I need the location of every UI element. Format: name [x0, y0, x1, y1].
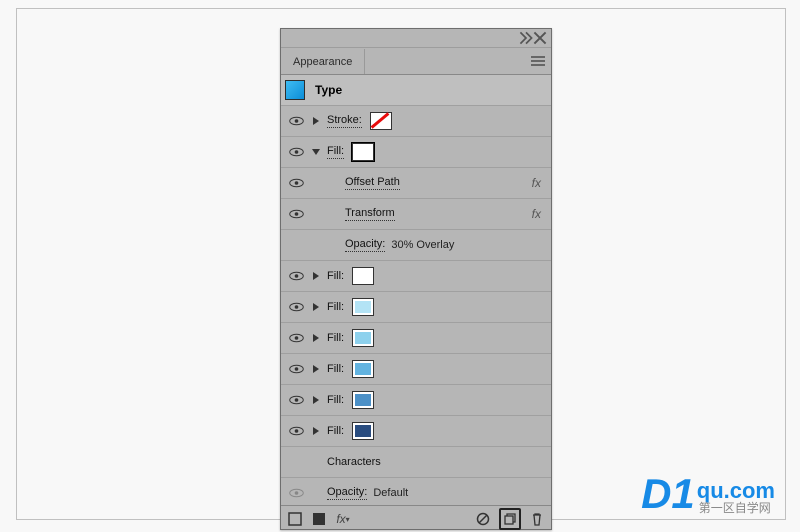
watermark-sub: 第一区自学网 [699, 501, 771, 515]
visibility-toggle[interactable] [285, 271, 307, 281]
appearance-rows: Type Stroke: Fill: Offset Path [281, 75, 551, 505]
fill-swatch[interactable] [352, 298, 374, 316]
row-label: Opacity: [327, 486, 367, 500]
clear-appearance-icon[interactable] [475, 511, 491, 527]
delete-item-icon[interactable] [529, 511, 545, 527]
duplicate-item-icon[interactable] [499, 508, 521, 530]
offset-path-row[interactable]: Offset Path fx [281, 168, 551, 199]
opacity-default-row[interactable]: Opacity: Default [281, 478, 551, 505]
visibility-toggle[interactable] [285, 116, 307, 126]
disclosure-arrow[interactable] [307, 303, 325, 311]
fill-row[interactable]: Fill: [281, 416, 551, 447]
row-label: Transform [345, 207, 395, 221]
row-label: Fill: [327, 425, 344, 437]
row-label: Opacity: [345, 238, 385, 252]
new-stroke-icon[interactable] [287, 511, 303, 527]
fill-row-expanded[interactable]: Fill: [281, 137, 551, 168]
row-label: Characters [327, 456, 381, 468]
fx-icon: fx [532, 176, 541, 190]
fill-swatch[interactable] [352, 267, 374, 285]
disclosure-arrow[interactable] [307, 427, 325, 435]
row-label: Fill: [327, 394, 344, 406]
opacity-row[interactable]: Opacity: 30% Overlay [281, 230, 551, 261]
row-label: Offset Path [345, 176, 400, 190]
add-effect-icon[interactable]: fx▾ [335, 511, 351, 527]
panel-titlebar [281, 29, 551, 48]
appearance-panel: Appearance Type Stroke: Fill: [280, 28, 552, 530]
row-label: Fill: [327, 145, 344, 159]
fill-row[interactable]: Fill: [281, 292, 551, 323]
disclosure-arrow[interactable] [307, 396, 325, 404]
fill-row[interactable]: Fill: [281, 261, 551, 292]
fx-icon: fx [532, 207, 541, 221]
visibility-toggle[interactable] [285, 209, 307, 219]
visibility-toggle[interactable] [285, 426, 307, 436]
app-frame: Appearance Type Stroke: Fill: [16, 8, 786, 520]
row-label: Fill: [327, 301, 344, 313]
object-thumb [285, 80, 305, 100]
header-row[interactable]: Type [281, 75, 551, 106]
disclosure-arrow[interactable] [307, 365, 325, 373]
new-fill-icon[interactable] [311, 511, 327, 527]
row-label: Fill: [327, 270, 344, 282]
panel-tabbar: Appearance [281, 48, 551, 75]
transform-row[interactable]: Transform fx [281, 199, 551, 230]
panel-footer: fx▾ [281, 505, 551, 532]
fill-row[interactable]: Fill: [281, 323, 551, 354]
watermark-logo: D1 [641, 473, 695, 515]
opacity-value: 30% Overlay [391, 239, 454, 251]
fill-swatch[interactable] [352, 360, 374, 378]
characters-row[interactable]: Characters [281, 447, 551, 478]
object-type-label: Type [315, 83, 342, 97]
visibility-toggle[interactable] [285, 147, 307, 157]
watermark: D1 qu.com 第一区自学网 [641, 473, 775, 515]
disclosure-arrow[interactable] [307, 117, 325, 125]
watermark-domain: qu.com [697, 478, 775, 503]
tab-appearance[interactable]: Appearance [281, 49, 365, 74]
fill-row[interactable]: Fill: [281, 385, 551, 416]
fill-swatch[interactable] [352, 391, 374, 409]
disclosure-arrow[interactable] [307, 334, 325, 342]
close-button[interactable] [533, 32, 547, 44]
collapse-button[interactable] [519, 32, 533, 44]
visibility-toggle[interactable] [285, 333, 307, 343]
menu-icon [531, 60, 545, 62]
disclosure-arrow[interactable] [307, 272, 325, 280]
visibility-toggle[interactable] [285, 178, 307, 188]
fill-swatch[interactable] [352, 143, 374, 161]
row-label: Stroke: [327, 114, 362, 128]
stroke-swatch[interactable] [370, 112, 392, 130]
fill-row[interactable]: Fill: [281, 354, 551, 385]
row-label: Fill: [327, 332, 344, 344]
panel-menu-button[interactable] [525, 48, 551, 74]
visibility-toggle[interactable] [285, 488, 307, 498]
disclosure-arrow[interactable] [307, 148, 325, 156]
visibility-toggle[interactable] [285, 302, 307, 312]
opacity-value: Default [373, 487, 408, 499]
row-label: Fill: [327, 363, 344, 375]
stroke-row[interactable]: Stroke: [281, 106, 551, 137]
fill-swatch[interactable] [352, 329, 374, 347]
fill-swatch[interactable] [352, 422, 374, 440]
visibility-toggle[interactable] [285, 395, 307, 405]
visibility-toggle[interactable] [285, 364, 307, 374]
